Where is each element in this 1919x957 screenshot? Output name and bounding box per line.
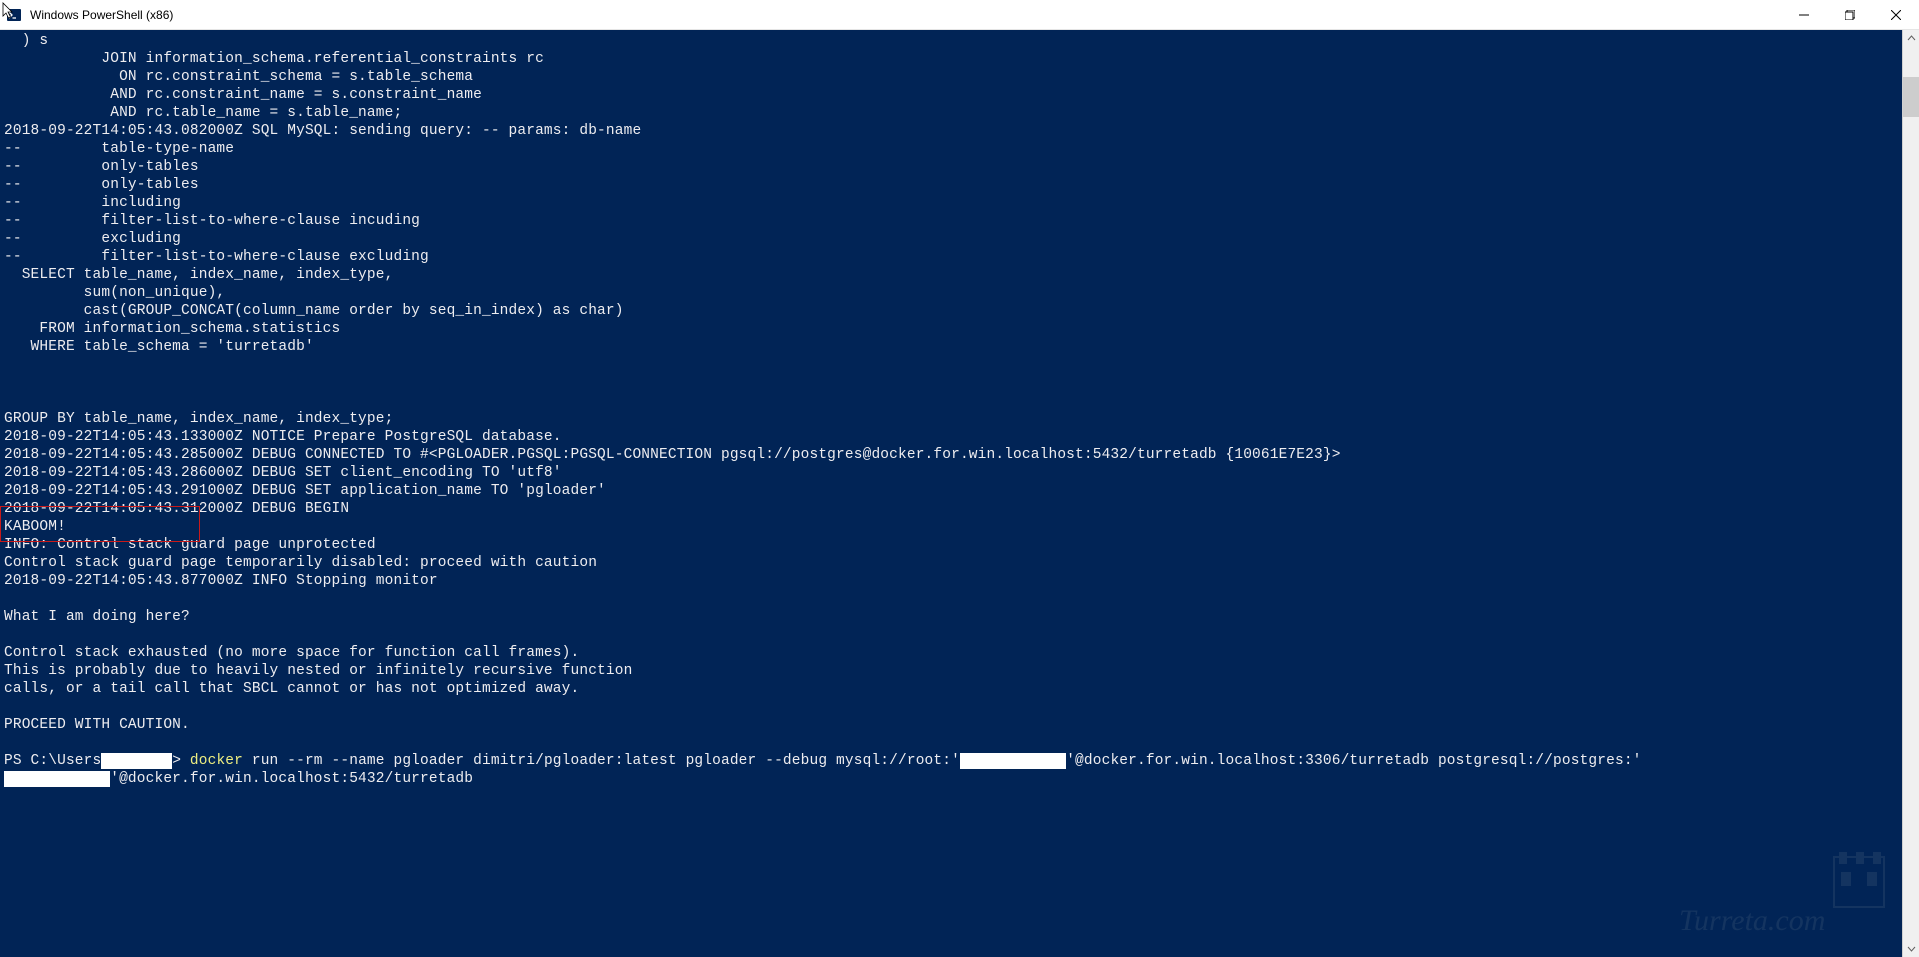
scrollbar-track[interactable] — [1903, 47, 1919, 940]
terminal-line: -- including — [4, 195, 181, 211]
terminal-line: 2018-09-22T14:05:43.286000Z DEBUG SET cl… — [4, 465, 562, 481]
terminal-line: WHERE table_schema = 'turretadb' — [4, 339, 314, 355]
terminal-line: cast(GROUP_CONCAT(column_name order by s… — [4, 303, 624, 319]
terminal-line: 2018-09-22T14:05:43.877000Z INFO Stoppin… — [4, 573, 438, 589]
powershell-icon — [6, 7, 22, 23]
scroll-up-button[interactable] — [1903, 30, 1919, 47]
terminal-line: KABOOM! — [4, 519, 66, 535]
terminal-line: -- only-tables — [4, 159, 199, 175]
terminal-line: JOIN information_schema.referential_cons… — [4, 51, 544, 67]
terminal-line: PROCEED WITH CAUTION. — [4, 717, 190, 733]
command-continuation: '@docker.for.win.localhost:5432/turretad… — [110, 771, 473, 787]
command-args: run --rm --name pgloader dimitri/pgloade… — [243, 753, 960, 769]
window-title: Windows PowerShell (x86) — [28, 8, 1781, 22]
terminal-line: AND rc.constraint_name = s.constraint_na… — [4, 87, 482, 103]
scrollbar-thumb[interactable] — [1903, 77, 1919, 117]
terminal-line: ) s — [4, 33, 48, 49]
redacted-text: xxxxxxxxxxxx — [4, 771, 110, 787]
maximize-button[interactable] — [1827, 0, 1873, 29]
terminal-line: -- filter-list-to-where-clause excluding — [4, 249, 429, 265]
command-args: '@docker.for.win.localhost:3306/turretad… — [1066, 753, 1641, 769]
terminal-line: FROM information_schema.statistics — [4, 321, 340, 337]
terminal-line: ON rc.constraint_schema = s.table_schema — [4, 69, 473, 85]
terminal-line: 2018-09-22T14:05:43.133000Z NOTICE Prepa… — [4, 429, 562, 445]
vertical-scrollbar[interactable] — [1902, 30, 1919, 957]
terminal-line: This is probably due to heavily nested o… — [4, 663, 632, 679]
terminal-line: -- table-type-name — [4, 141, 234, 157]
terminal-line: SELECT table_name, index_name, index_typ… — [4, 267, 393, 283]
prompt-sep: > — [172, 753, 190, 769]
close-button[interactable] — [1873, 0, 1919, 29]
terminal-line: 2018-09-22T14:05:43.285000Z DEBUG CONNEC… — [4, 447, 1341, 463]
terminal-line: 2018-09-22T14:05:43.082000Z SQL MySQL: s… — [4, 123, 641, 139]
terminal-line: calls, or a tail call that SBCL cannot o… — [4, 681, 579, 697]
redacted-text: xxxxxxxxxxxx — [960, 753, 1066, 769]
terminal-output[interactable]: ) s JOIN information_schema.referential_… — [0, 30, 1902, 957]
terminal-line: Control stack guard page temporarily dis… — [4, 555, 597, 571]
redacted-text: \xxxxxxx — [101, 753, 172, 769]
terminal-line: 2018-09-22T14:05:43.312000Z DEBUG BEGIN — [4, 501, 349, 517]
terminal-line: -- only-tables — [4, 177, 199, 193]
terminal-line: -- filter-list-to-where-clause incuding — [4, 213, 420, 229]
command-name: docker — [190, 753, 243, 769]
terminal-line: Control stack exhausted (no more space f… — [4, 645, 579, 661]
window-titlebar: Windows PowerShell (x86) — [0, 0, 1919, 30]
minimize-button[interactable] — [1781, 0, 1827, 29]
terminal-line: GROUP BY table_name, index_name, index_t… — [4, 411, 393, 427]
terminal-line: INFO: Control stack guard page unprotect… — [4, 537, 376, 553]
terminal-line: What I am doing here? — [4, 609, 190, 625]
terminal-line: AND rc.table_name = s.table_name; — [4, 105, 402, 121]
terminal-line: 2018-09-22T14:05:43.291000Z DEBUG SET ap… — [4, 483, 606, 499]
window-controls — [1781, 0, 1919, 29]
prompt-prefix: PS C:\Users — [4, 753, 101, 769]
scroll-down-button[interactable] — [1903, 940, 1919, 957]
terminal-line: -- excluding — [4, 231, 181, 247]
terminal-line: sum(non_unique), — [4, 285, 225, 301]
